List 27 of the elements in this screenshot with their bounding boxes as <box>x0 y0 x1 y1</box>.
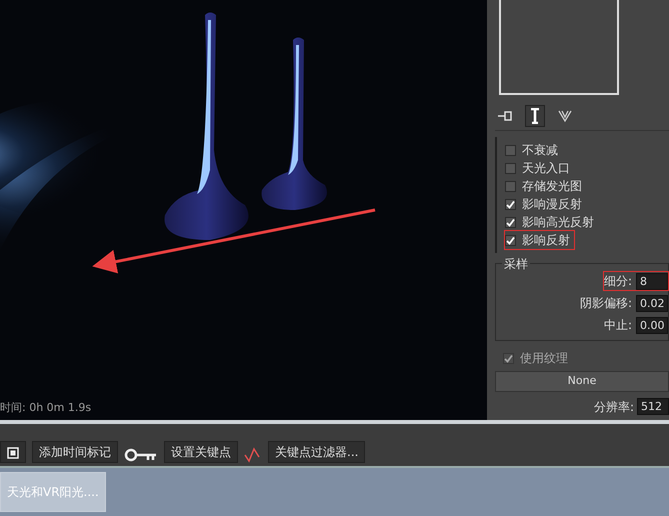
number-field[interactable]: 0.00 <box>636 316 668 334</box>
checkbox[interactable] <box>505 216 516 228</box>
option-label: 使用纹理 <box>520 350 568 367</box>
checkbox[interactable] <box>505 162 516 174</box>
option-label: 不衰减 <box>522 142 558 159</box>
field-label: 阴影偏移: <box>580 295 632 312</box>
option-label: 影响高光反射 <box>522 214 594 231</box>
number-field[interactable]: 0.02 <box>636 294 668 312</box>
pipe-icon[interactable] <box>525 104 545 126</box>
field-label: 中止: <box>604 317 632 334</box>
key-filters-button[interactable]: 关键点过滤器... <box>268 441 366 463</box>
field-label: 分辨率: <box>594 398 634 416</box>
checkbox[interactable] <box>505 198 516 210</box>
render-time-label: 时间: 0h 0m 1.9s <box>0 400 92 416</box>
curve-icon[interactable] <box>244 445 262 463</box>
checkbox[interactable] <box>505 180 516 192</box>
field-label: 细分: <box>604 273 632 290</box>
add-time-tag-button[interactable]: 添加时间标记 <box>32 441 118 463</box>
set-key-button[interactable]: 设置关键点 <box>164 441 238 463</box>
number-field[interactable]: 8 <box>636 272 668 290</box>
tag-icon[interactable] <box>0 441 26 463</box>
checkbox[interactable] <box>505 144 516 156</box>
option-label: 影响反射 <box>522 232 570 249</box>
option-label: 存储发光图 <box>522 178 582 195</box>
option-label: 影响漫反射 <box>522 196 582 213</box>
checkbox[interactable] <box>505 234 516 246</box>
option-label: 天光入口 <box>522 160 570 177</box>
